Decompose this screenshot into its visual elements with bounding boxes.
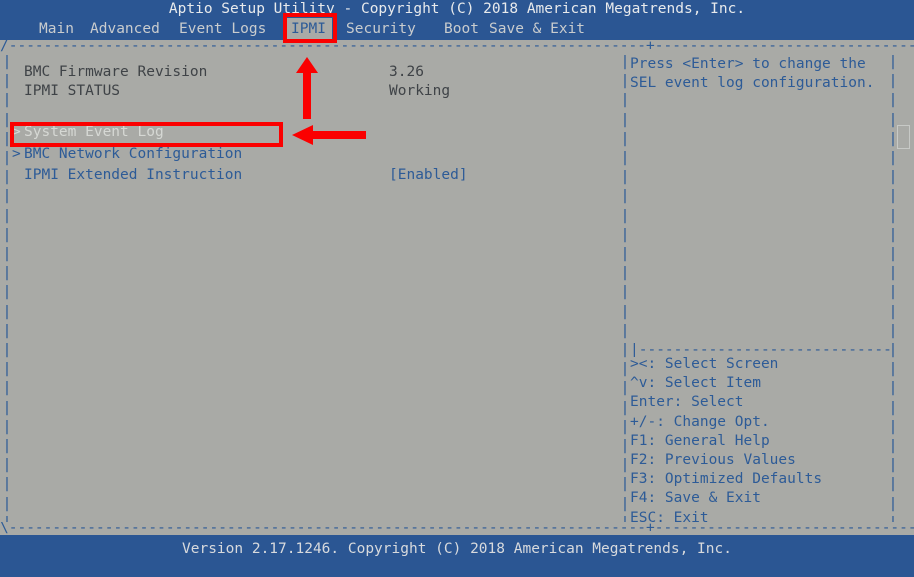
key-legend-item: ^v: Select Item — [630, 375, 761, 392]
menu-item-boot[interactable]: Boot — [438, 18, 485, 40]
menu-item-security[interactable]: Security — [340, 18, 422, 40]
annotation-arrow-up-icon — [296, 57, 318, 119]
help-line: SEL event log configuration. — [630, 75, 875, 92]
key-legend-item: Enter: Select — [630, 394, 744, 411]
key-legend-item: +/-: Change Opt. — [630, 413, 770, 430]
setting-value[interactable]: [Enabled] — [389, 166, 468, 185]
menu-item-event-logs[interactable]: Event Logs — [173, 18, 272, 40]
key-legend-item: ><: Select Screen — [630, 356, 779, 372]
setting-label: BMC Network Configuration — [24, 146, 243, 162]
panel-top-border: /---------------------------------------… — [0, 40, 914, 53]
key-legend-item: F1: General Help — [630, 432, 770, 449]
annotation-box-bmc-network-configuration — [10, 122, 283, 147]
menu-item-save-exit[interactable]: Save & Exit — [483, 18, 591, 40]
menu-item-advanced[interactable]: Advanced — [84, 18, 166, 40]
menu-item-main[interactable]: Main — [33, 18, 80, 40]
setting-value-readonly: 3.26 — [389, 64, 424, 80]
key-legend: ><: Select Screen ^v: Select Item Enter: S… — [630, 355, 888, 528]
page-title: Aptio Setup Utility - Copyright (C) 2018… — [168, 1, 746, 17]
footer-version: Version 2.17.1246. Copyright (C) 2018 Am… — [182, 541, 732, 557]
key-legend-item: F2: Previous Values — [630, 451, 796, 468]
submenu-chevron-icon: > — [12, 146, 21, 162]
key-legend-item: F4: Save & Exit — [630, 490, 761, 507]
bios-setup-screen: Aptio Setup Utility - Copyright (C) 2018… — [0, 0, 914, 577]
help-line: Press <Enter> to change the — [630, 56, 866, 72]
content-panel: /---------------------------------------… — [0, 40, 914, 535]
key-legend-item: F3: Optimized Defaults — [630, 471, 823, 488]
setting-row[interactable]: IPMI Extended Instruction [Enabled] — [12, 166, 612, 185]
annotation-box-ipmi-tab — [283, 13, 337, 43]
setting-row[interactable]: > BMC Network Configuration — [12, 145, 612, 164]
setting-value-readonly: Working — [389, 83, 451, 99]
annotation-arrow-left-icon — [292, 125, 366, 145]
scrollbar-thumb[interactable] — [897, 125, 910, 149]
setting-label: IPMI Extended Instruction — [24, 167, 243, 183]
setting-label: BMC Firmware Revision — [24, 64, 208, 80]
key-legend-item: ESC: Exit — [630, 509, 709, 526]
setting-label: IPMI STATUS — [24, 83, 121, 99]
panel-middle-rail: | | | | | | | | | | | | | | | | | | | | … — [620, 54, 630, 522]
panel-right-rail: | | | | | | | | | | | | | | | | | | | | … — [888, 54, 898, 522]
menu-bar: Main Advanced Event Logs IPMI Security Boot Sa… — [0, 18, 914, 40]
